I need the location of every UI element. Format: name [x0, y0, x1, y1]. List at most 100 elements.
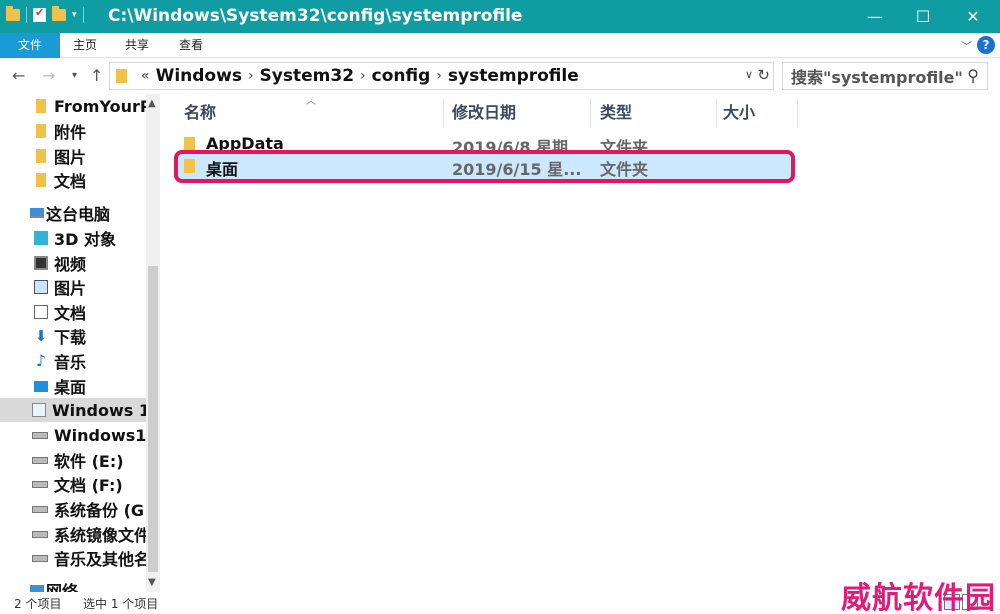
address-bar[interactable]: « Windows › System32 › config › systempr… — [109, 62, 774, 90]
sidebar-item-fromyourp[interactable]: FromYourP — [0, 94, 146, 118]
tab-share[interactable]: 共享 — [111, 33, 163, 58]
folder-icon — [184, 137, 195, 151]
drive-icon — [32, 456, 48, 464]
search-placeholder: 搜索"systemprofile" — [791, 68, 963, 87]
breadcrumb-windows[interactable]: Windows — [156, 66, 242, 86]
drive-icon — [32, 554, 48, 562]
column-header-type[interactable]: 类型 — [600, 98, 632, 128]
sidebar-item-label: 文档 (F:) — [54, 476, 123, 495]
drive-icon — [32, 530, 48, 538]
column-header-size[interactable]: 大小 — [723, 98, 755, 128]
up-arrow-icon[interactable]: ↑ — [90, 66, 103, 85]
divider — [82, 7, 84, 23]
sidebar-item-label: 图片 — [54, 279, 87, 298]
sidebar-item-label: 附件 — [54, 123, 87, 142]
expand-ribbon-icon[interactable]: ﹀ — [961, 38, 972, 54]
sort-ascending-icon: ︿ — [306, 96, 316, 107]
sidebar-item-label: 音乐 — [54, 353, 87, 372]
forward-arrow-icon[interactable]: → — [42, 66, 55, 85]
sidebar-item-downloads[interactable]: ⬇ 下载 — [0, 324, 146, 348]
windows-drive-icon — [32, 403, 46, 417]
computer-icon — [30, 208, 44, 218]
column-header-date[interactable]: 修改日期 — [452, 98, 516, 128]
sidebar-item-label: 网络 — [46, 582, 79, 592]
scrollbar-thumb[interactable] — [148, 266, 158, 572]
sidebar-item-windows10-drive[interactable]: Windows1( — [0, 423, 146, 447]
tab-home[interactable]: 主页 — [59, 33, 111, 58]
back-arrow-icon[interactable]: ← — [12, 66, 25, 85]
sidebar-item-desktop[interactable]: 桌面 — [0, 374, 146, 398]
drive-icon — [32, 505, 48, 513]
selection-count: 选中 1 个项目 — [83, 597, 159, 611]
sidebar-item-documents-folder[interactable]: 文档 — [0, 168, 146, 192]
sidebar-item-label: 这台电脑 — [46, 205, 111, 224]
recent-locations-icon[interactable]: ▾ — [72, 70, 77, 81]
sidebar-item-label: Windows 1 — [52, 400, 146, 420]
folder-icon — [184, 159, 195, 173]
column-divider[interactable] — [797, 98, 798, 128]
sidebar-item-label: 文档 — [54, 304, 87, 323]
breadcrumb-config[interactable]: config — [372, 66, 431, 86]
column-divider[interactable] — [443, 98, 444, 128]
sidebar-item-3d-objects[interactable]: 3D 对象 — [0, 226, 146, 250]
search-input[interactable]: 搜索"systemprofile" ⚲ — [782, 62, 988, 90]
sidebar-item-label: Windows1( — [54, 425, 146, 445]
close-button[interactable]: ✕ — [950, 0, 996, 33]
sidebar-item-pictures[interactable]: 图片 — [0, 275, 146, 299]
breadcrumb-systemprofile[interactable]: systemprofile — [448, 66, 579, 86]
sidebar-item-label: 系统备份 (G — [54, 501, 145, 520]
sidebar-item-system-image-drive[interactable]: 系统镜像文件 — [0, 522, 146, 546]
breadcrumb-separator[interactable]: › — [360, 68, 366, 84]
sidebar-item-label: 文档 — [54, 172, 87, 191]
sidebar-item-attachments[interactable]: 附件 — [0, 119, 146, 143]
window-title: C:\Windows\System32\config\systemprofile — [108, 6, 523, 26]
sidebar-item-label: 视频 — [54, 255, 87, 274]
help-icon[interactable]: ? — [977, 36, 995, 54]
3d-objects-icon — [34, 231, 48, 245]
file-date: 2019/6/15 星... — [452, 160, 582, 179]
file-name: AppData — [206, 134, 284, 153]
tab-file[interactable]: 文件 — [0, 33, 60, 58]
sidebar-item-label: 音乐及其他名 — [54, 550, 146, 569]
sidebar-item-music-other-drive[interactable]: 音乐及其他名 — [0, 546, 146, 570]
file-list: ︿ 名称 修改日期 类型 大小 AppData 2019/6/8 星期... 文… — [160, 94, 1000, 592]
refresh-icon[interactable]: ↻ — [757, 66, 770, 84]
sidebar-item-drive-e[interactable]: 软件 (E:) — [0, 448, 146, 472]
sidebar-item-this-pc[interactable]: 这台电脑 — [0, 201, 146, 225]
sidebar-item-label: FromYourP — [54, 96, 146, 116]
sidebar-item-pictures-folder[interactable]: 图片 — [0, 144, 146, 168]
table-row-selected[interactable]: 桌面 2019/6/15 星... 文件夹 — [174, 154, 794, 179]
customize-toolbar-dropdown-icon[interactable]: ▾ — [72, 10, 77, 20]
drive-icon — [32, 431, 48, 439]
new-folder-icon[interactable] — [52, 6, 66, 21]
breadcrumb-separator[interactable]: › — [248, 68, 254, 84]
sidebar-item-drive-f[interactable]: 文档 (F:) — [0, 472, 146, 496]
sidebar-item-music[interactable]: ♪ 音乐 — [0, 349, 146, 373]
properties-icon[interactable] — [33, 6, 46, 22]
scroll-down-icon[interactable]: ▼ — [148, 577, 156, 588]
breadcrumb-separator[interactable]: › — [436, 68, 442, 84]
maximize-button[interactable]: ☐ — [900, 0, 946, 33]
navigation-bar: ← → ▾ ↑ « Windows › System32 › config › … — [0, 58, 1000, 94]
sidebar-item-windows-drive[interactable]: Windows 1 — [0, 398, 146, 422]
column-divider[interactable] — [716, 98, 717, 128]
search-icon: ⚲ — [967, 66, 979, 85]
desktop-icon — [34, 380, 48, 392]
address-history-dropdown-icon[interactable]: ∨ — [745, 68, 753, 81]
sidebar-item-label: 下载 — [54, 328, 87, 347]
overflow-crumb[interactable]: « — [141, 68, 150, 84]
sidebar-scrollbar[interactable]: ▲ ▼ — [146, 94, 160, 592]
column-header-name[interactable]: 名称 — [184, 98, 216, 128]
sidebar-item-videos[interactable]: 视频 — [0, 251, 146, 275]
divider — [26, 7, 27, 23]
network-icon — [30, 585, 44, 592]
sidebar-item-network[interactable]: 网络 — [0, 578, 146, 592]
minimize-button[interactable]: — — [852, 0, 898, 33]
sidebar-item-documents[interactable]: 文档 — [0, 300, 146, 324]
column-divider[interactable] — [590, 98, 591, 128]
tab-view[interactable]: 查看 — [165, 33, 217, 58]
sidebar-item-drive-g[interactable]: 系统备份 (G — [0, 497, 146, 521]
scroll-up-icon[interactable]: ▲ — [148, 98, 156, 109]
navigation-pane: FromYourP 附件 图片 文档 这台电脑 3D 对象 视频 图片 文档 ⬇… — [0, 94, 160, 592]
breadcrumb-system32[interactable]: System32 — [260, 66, 354, 86]
